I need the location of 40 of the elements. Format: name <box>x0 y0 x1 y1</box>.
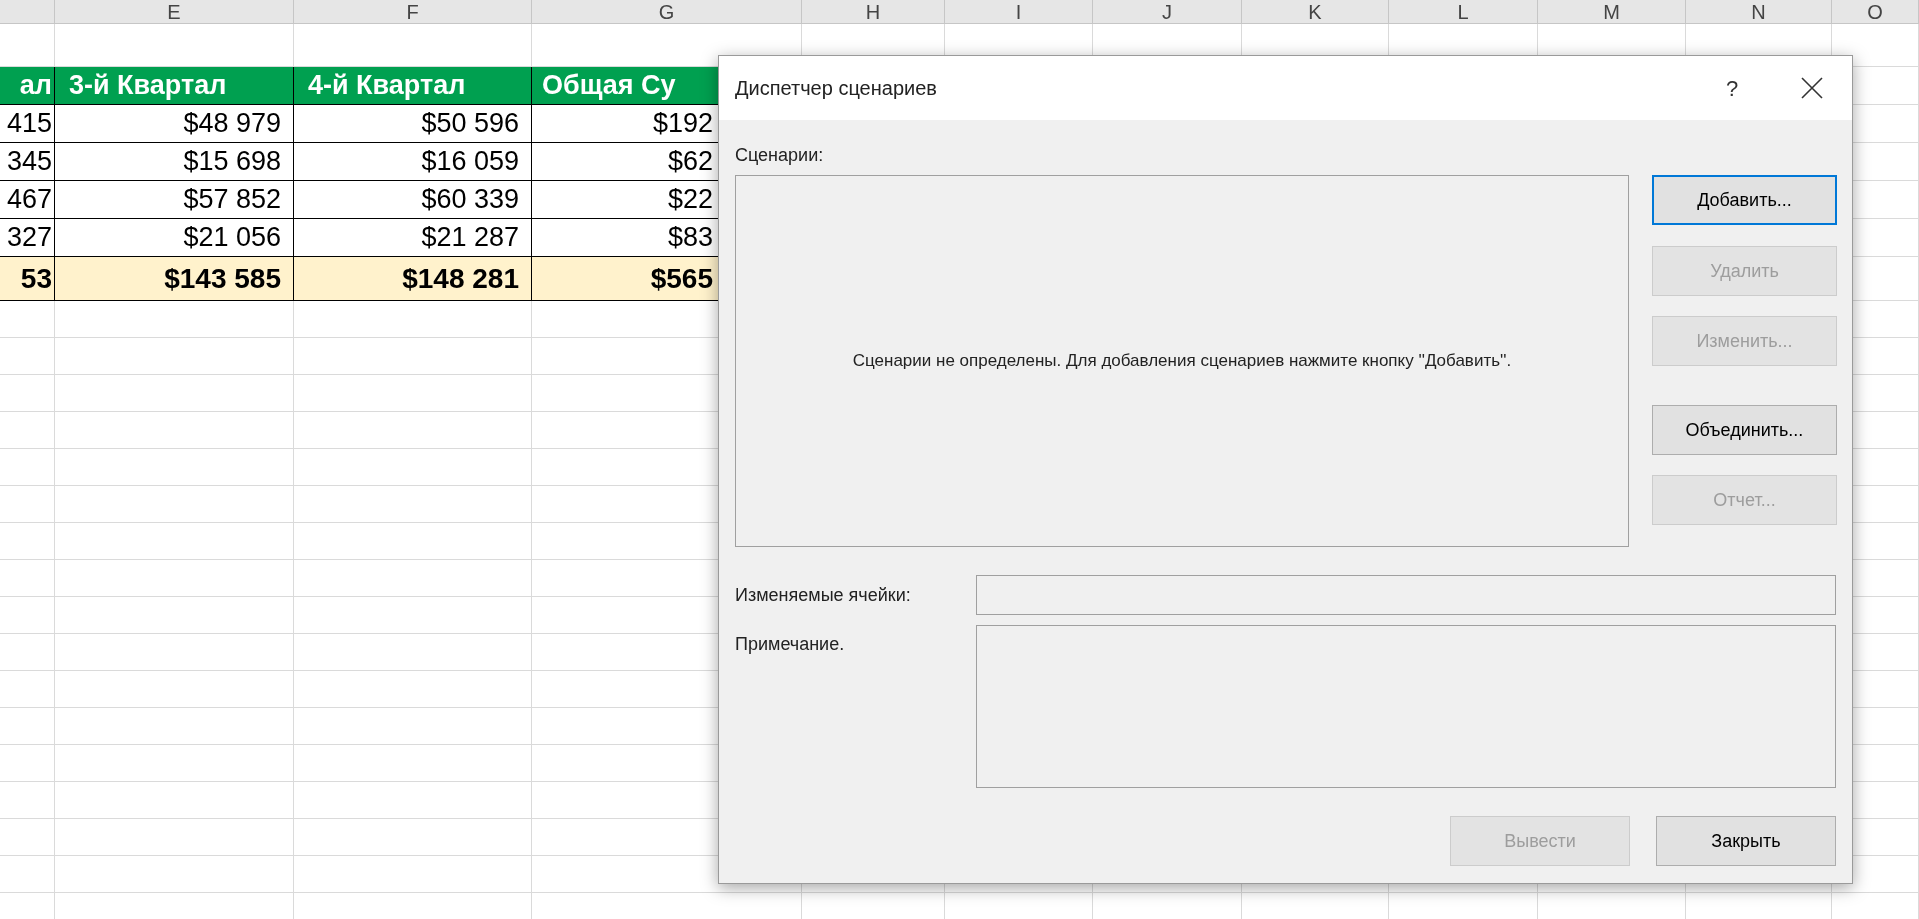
column-header[interactable]: E <box>55 0 294 23</box>
total-cell: 53 <box>0 257 55 301</box>
column-header[interactable]: H <box>802 0 945 23</box>
changing-cells-field[interactable] <box>976 575 1836 615</box>
column-header[interactable]: G <box>532 0 802 23</box>
column-header[interactable]: O <box>1832 0 1919 23</box>
column-header[interactable]: M <box>1538 0 1686 23</box>
column-header[interactable]: L <box>1389 0 1538 23</box>
table-cell: $21 287 <box>294 219 532 257</box>
total-cell: $148 281 <box>294 257 532 301</box>
table-cell: $57 852 <box>55 181 294 219</box>
table-cell: 327 <box>0 219 55 257</box>
table-cell: $60 339 <box>294 181 532 219</box>
dialog-button[interactable]: Закрыть <box>1656 816 1836 866</box>
column-header[interactable]: F <box>294 0 532 23</box>
column-header[interactable]: N <box>1686 0 1832 23</box>
scenarios-list[interactable]: Сценарии не определены. Для добавления сценариев нажмите кнопку ''Добавить''. <box>735 175 1629 547</box>
comment-label: Примечание. <box>735 634 845 654</box>
table-cell: $50 596 <box>294 105 532 143</box>
total-cell: $143 585 <box>55 257 294 301</box>
table-cell: 345 <box>0 143 55 181</box>
table-cell: $48 979 <box>55 105 294 143</box>
dialog-button[interactable]: Объединить... <box>1652 405 1837 455</box>
table-cell: $16 059 <box>294 143 532 181</box>
column-header[interactable]: K <box>1242 0 1389 23</box>
table-cell: 415 <box>0 105 55 143</box>
table-cell: 467 <box>0 181 55 219</box>
changing-cells-label: Изменяемые ячейки: <box>735 583 912 607</box>
comment-field[interactable] <box>976 625 1836 788</box>
table-cell: $15 698 <box>55 143 294 181</box>
column-title: 3-й Квартал <box>55 67 294 105</box>
table-cell: $21 056 <box>55 219 294 257</box>
close-icon <box>1801 77 1823 99</box>
column-title: 4-й Квартал <box>294 67 532 105</box>
dialog-button[interactable]: Добавить... <box>1652 175 1837 225</box>
empty-message: Сценарии не определены. Для добавления сценариев нажмите кнопку ''Добавить''. <box>852 350 1512 373</box>
help-button[interactable]: ? <box>1712 68 1752 108</box>
column-header[interactable]: J <box>1093 0 1242 23</box>
column-title: ал <box>0 67 55 105</box>
column-header[interactable]: I <box>945 0 1093 23</box>
